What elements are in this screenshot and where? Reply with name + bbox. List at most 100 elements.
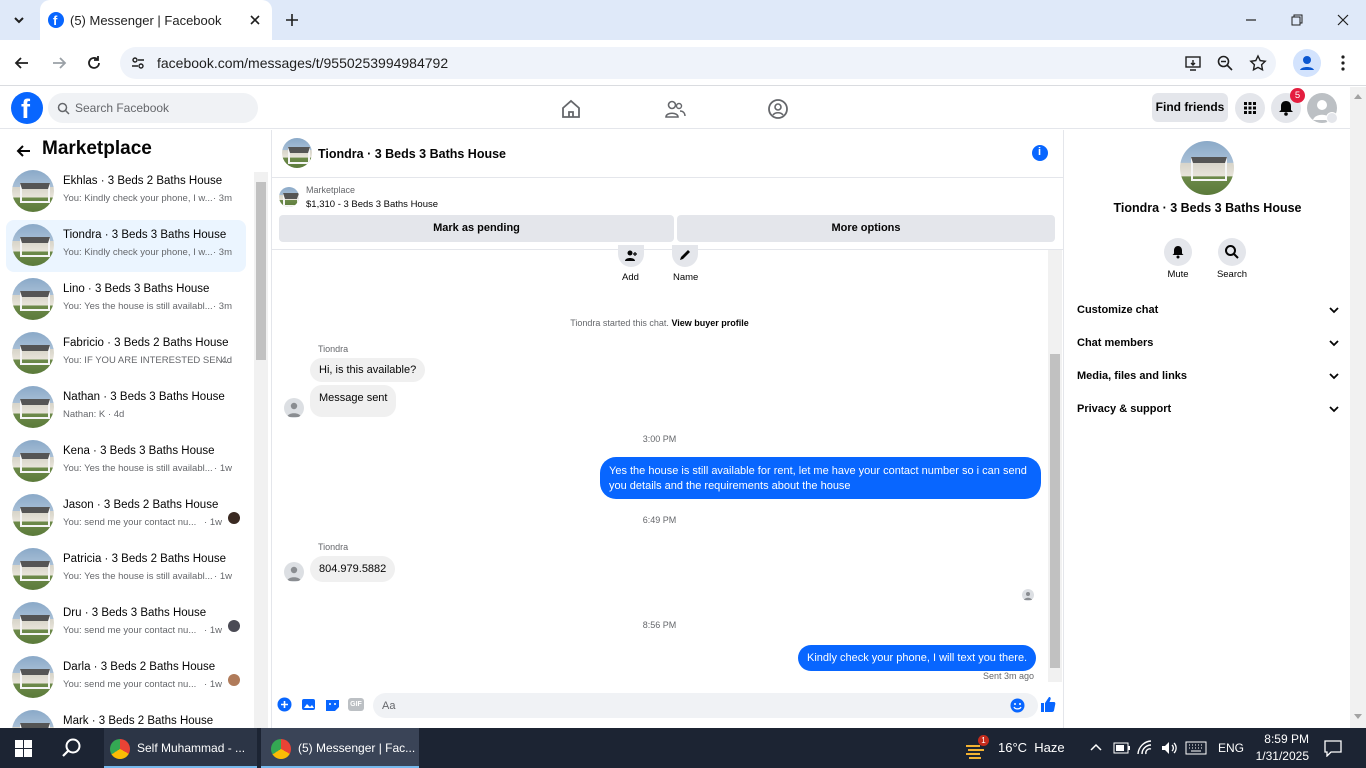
- conversation-item[interactable]: Patricia · 3 Beds 2 Baths House You: Yes …: [6, 544, 246, 596]
- page-scrollbar[interactable]: [1350, 87, 1366, 728]
- scrollbar[interactable]: [254, 172, 268, 728]
- message-outgoing[interactable]: Kindly check your phone, I will text you…: [798, 645, 1037, 671]
- message-input[interactable]: Aa: [373, 693, 1038, 718]
- install-app-icon[interactable]: [1184, 54, 1202, 72]
- weather-text[interactable]: 16°C Haze: [998, 740, 1065, 755]
- chevron-up-icon[interactable]: [1089, 742, 1103, 752]
- facebook-logo-icon[interactable]: f: [11, 92, 43, 124]
- facebook-search-input[interactable]: Search Facebook: [48, 93, 258, 123]
- seen-by-avatar: [228, 674, 240, 686]
- conversation-item[interactable]: Tiondra · 3 Beds 3 Baths House You: Kindl…: [6, 220, 246, 272]
- menu-button[interactable]: [1235, 93, 1265, 123]
- conversation-name: Mark · 3 Beds 2 Baths House: [63, 715, 214, 727]
- profile-avatar[interactable]: [1293, 49, 1321, 77]
- sender-name: Tiondra: [318, 542, 349, 552]
- back-arrow-icon[interactable]: [13, 54, 31, 72]
- forward-arrow-icon[interactable]: [50, 54, 68, 72]
- conversation-preview: You: Yes the house is still availabl...: [63, 301, 213, 312]
- groups-icon[interactable]: [767, 98, 789, 120]
- name-button[interactable]: [672, 245, 698, 267]
- battery-icon[interactable]: [1113, 742, 1131, 754]
- browser-tab[interactable]: f (5) Messenger | Facebook: [40, 0, 272, 40]
- mark-as-pending-button[interactable]: Mark as pending: [279, 215, 674, 242]
- message-incoming[interactable]: Hi, is this available?: [310, 358, 426, 382]
- sender-avatar[interactable]: [284, 562, 304, 582]
- customize-chat-section[interactable]: Customize chat: [1077, 304, 1339, 316]
- conversation-item[interactable]: Mark · 3 Beds 2 Baths House: [6, 706, 246, 728]
- notification-center-icon[interactable]: [1324, 739, 1342, 757]
- taskbar-search-icon[interactable]: [61, 737, 83, 759]
- add-person-button[interactable]: [618, 245, 644, 267]
- scroll-down-icon[interactable]: [1353, 713, 1363, 721]
- chat-members-section[interactable]: Chat members: [1077, 337, 1339, 349]
- weather-icon[interactable]: 1: [964, 735, 989, 760]
- home-icon[interactable]: [560, 98, 582, 120]
- mute-button[interactable]: [1164, 238, 1192, 266]
- keyboard-icon[interactable]: [1185, 741, 1207, 755]
- search-in-chat-button[interactable]: [1218, 238, 1246, 266]
- conversation-item[interactable]: Kena · 3 Beds 3 Baths House You: Yes the …: [6, 436, 246, 488]
- conversation-name: Tiondra · 3 Beds 3 Baths House: [63, 229, 227, 241]
- clock-date[interactable]: 1/31/2025: [1248, 749, 1309, 763]
- new-tab-icon[interactable]: [284, 12, 300, 28]
- conversation-item[interactable]: Jason · 3 Beds 2 Baths House You: send me…: [6, 490, 246, 542]
- view-buyer-profile-link[interactable]: View buyer profile: [671, 318, 748, 328]
- volume-icon[interactable]: [1160, 740, 1178, 756]
- browser-menu-icon[interactable]: [1336, 54, 1350, 72]
- browser-toolbar: facebook.com/messages/t/9550253994984792: [0, 40, 1366, 86]
- section-label: Media, files and links: [1077, 370, 1188, 382]
- sticker-icon[interactable]: [325, 697, 340, 712]
- gif-icon[interactable]: GIF: [348, 698, 364, 711]
- address-bar[interactable]: facebook.com/messages/t/9550253994984792: [120, 47, 1276, 79]
- chat-avatar[interactable]: [282, 138, 312, 168]
- conversation-item[interactable]: Nathan · 3 Beds 3 Baths House Nathan: K ·…: [6, 382, 246, 434]
- message-incoming[interactable]: 804.979.5882: [310, 556, 396, 582]
- windows-start-icon[interactable]: [15, 740, 32, 757]
- message-outgoing[interactable]: Yes the house is still available for ren…: [600, 457, 1041, 499]
- reload-icon[interactable]: [85, 54, 103, 72]
- language-indicator[interactable]: ENG: [1218, 741, 1244, 755]
- chat-title[interactable]: Tiondra · 3 Beds 3 Baths House: [318, 147, 506, 161]
- scrollbar-thumb[interactable]: [256, 182, 266, 360]
- conversation-avatar: [12, 710, 54, 728]
- account-avatar[interactable]: [1307, 93, 1338, 124]
- scroll-up-icon[interactable]: [1353, 92, 1363, 100]
- notifications-button[interactable]: 5: [1271, 88, 1305, 123]
- conversation-name: Jason · 3 Beds 2 Baths House: [63, 499, 219, 511]
- conversation-item[interactable]: Darla · 3 Beds 2 Baths House You: send me…: [6, 652, 246, 704]
- back-arrow-icon[interactable]: [15, 142, 33, 160]
- scrollbar[interactable]: [1048, 250, 1062, 682]
- emoji-icon[interactable]: [1010, 698, 1025, 713]
- conversation-item[interactable]: Dru · 3 Beds 3 Baths House You: send me y…: [6, 598, 246, 650]
- bookmark-star-icon[interactable]: [1249, 54, 1267, 72]
- listing-price[interactable]: $1,310 - 3 Beds 3 Baths House: [306, 199, 438, 210]
- taskbar-app-chrome-self[interactable]: Self Muhammad - ...: [104, 728, 257, 768]
- chat-info-avatar[interactable]: [1180, 141, 1234, 195]
- wifi-icon[interactable]: [1137, 740, 1153, 756]
- tab-search-button[interactable]: [8, 9, 30, 31]
- minimize-icon[interactable]: [1244, 14, 1258, 26]
- message-incoming[interactable]: Message sent: [310, 385, 397, 417]
- restore-icon[interactable]: [1290, 13, 1304, 27]
- sender-avatar[interactable]: [284, 398, 304, 418]
- clock-time[interactable]: 8:59 PM: [1255, 732, 1309, 746]
- info-icon[interactable]: i: [1032, 145, 1048, 161]
- media-files-links-section[interactable]: Media, files and links: [1077, 370, 1339, 382]
- conversation-time: · 1w: [204, 679, 222, 690]
- conversation-item[interactable]: Ekhlas · 3 Beds 2 Baths House You: Kindly…: [6, 166, 246, 218]
- plus-icon[interactable]: [277, 697, 292, 712]
- photo-icon[interactable]: [301, 697, 316, 712]
- close-window-icon[interactable]: [1336, 13, 1350, 27]
- find-friends-button[interactable]: Find friends: [1152, 93, 1228, 122]
- zoom-icon[interactable]: [1216, 54, 1234, 72]
- conversation-item[interactable]: Lino · 3 Beds 3 Baths House You: Yes the …: [6, 274, 246, 326]
- close-tab-icon[interactable]: [248, 13, 262, 27]
- site-info-icon[interactable]: [130, 55, 146, 71]
- taskbar-app-messenger[interactable]: (5) Messenger | Fac...: [261, 728, 419, 768]
- privacy-support-section[interactable]: Privacy & support: [1077, 403, 1339, 415]
- thumbs-up-icon[interactable]: [1039, 696, 1056, 713]
- scrollbar-thumb[interactable]: [1050, 354, 1060, 668]
- more-options-button[interactable]: More options: [677, 215, 1055, 242]
- friends-icon[interactable]: [664, 98, 686, 120]
- conversation-item[interactable]: Fabricio · 3 Beds 2 Baths House You: IF Y…: [6, 328, 246, 380]
